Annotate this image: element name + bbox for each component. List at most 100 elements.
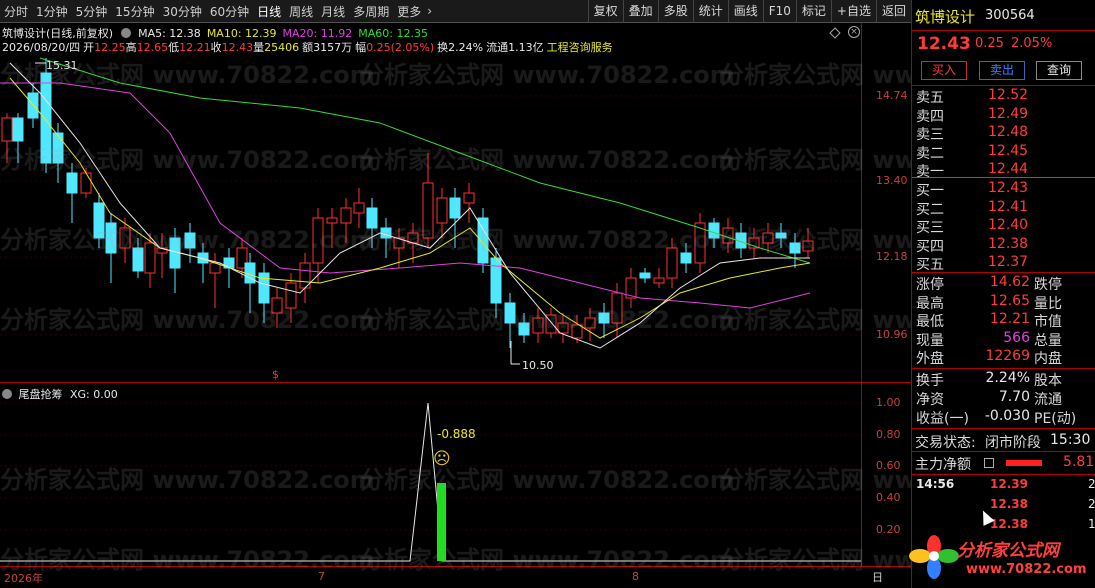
bids-row[interactable]: 买一 12.43 — [912, 180, 1095, 199]
bids-row[interactable]: 买三 12.40 — [912, 217, 1095, 236]
candle-body — [571, 324, 583, 339]
candle-body — [789, 242, 801, 254]
collapse-icon[interactable] — [120, 28, 131, 38]
period-tab[interactable]: 日线 — [253, 3, 285, 20]
tick-volume: 2 — [1088, 477, 1095, 491]
bids-row[interactable]: 买二 12.41 — [912, 199, 1095, 218]
period-tab[interactable]: 月线 — [317, 3, 349, 20]
stat-row: 换手 2.24% 股本 — [912, 370, 1095, 389]
period-tab[interactable]: 周线 — [285, 3, 317, 20]
bar-info-float-label: 流通 — [486, 41, 509, 54]
bar-info-close: 12.43 — [221, 41, 254, 54]
period-tab[interactable]: 60分钟 — [206, 3, 253, 20]
candle-body — [708, 222, 720, 239]
stat-label-2: 市值 — [1034, 314, 1062, 331]
stat-value: 2.24% — [985, 370, 1030, 386]
candle-body — [518, 322, 530, 336]
bar-info-high-label: 高 — [125, 41, 137, 54]
period-tab[interactable]: 分时 — [0, 3, 32, 20]
bar-info-close-label: 收 — [210, 41, 222, 54]
stat-value: 566 — [1003, 329, 1030, 346]
toolbar-action-button[interactable]: 标记 — [795, 0, 831, 23]
sell-button[interactable]: 卖出 — [979, 61, 1025, 80]
kline-svg — [0, 57, 861, 365]
indicator-subchart[interactable]: 尾盘抢筹 XG: 0.00 1.00 0.80 0.60 0.40 0.20 -0.88… — [0, 383, 911, 566]
tick-row: 12.38 28 — [912, 497, 1095, 516]
candle-body — [184, 232, 196, 249]
toolbar-action-button[interactable]: 画线 — [727, 0, 763, 23]
candle-body — [66, 172, 78, 194]
action-toolbar: 复权 叠加 多股 统计 画线 F10 标记 +自选 返回 — [587, 0, 911, 23]
tick-price: 12.38 — [990, 497, 1028, 511]
asks-row[interactable]: 卖三 12.48 — [912, 124, 1095, 143]
ma20-line — [0, 82, 811, 309]
list-icon[interactable] — [984, 458, 994, 468]
bar-info-vol-label: 量 — [253, 41, 265, 54]
bar-info-open-label: 开 — [83, 41, 95, 54]
asks-row[interactable]: 卖四 12.49 — [912, 106, 1095, 125]
toolbar-action-button[interactable]: 统计 — [692, 0, 728, 23]
candle-body — [598, 312, 610, 324]
candle-body — [340, 207, 352, 224]
asks-price: 12.49 — [988, 105, 1029, 122]
toolbar-action-button[interactable]: 叠加 — [622, 0, 658, 23]
candle-body — [722, 227, 734, 244]
stat-label-2: 流通 — [1034, 392, 1062, 408]
candle-body — [285, 282, 297, 309]
bar-info-chg: 0.25(2.05%) — [366, 41, 435, 54]
period-tab[interactable]: 多周期 — [349, 3, 393, 20]
candle-body — [463, 192, 475, 204]
stat-label: 最高 — [916, 295, 944, 312]
stat-label-2: 股本 — [1034, 373, 1062, 389]
candle-body — [132, 247, 144, 272]
toolbar-action-button[interactable]: 多股 — [657, 0, 693, 23]
toolbar-action-button[interactable]: 复权 — [587, 0, 623, 23]
bar-info-amt-label: 额 — [302, 41, 314, 54]
stat-row: 收益(一) -0.030 PE(动) — [912, 408, 1095, 427]
asks-price: 12.52 — [988, 87, 1029, 103]
stock-name: 筑博设计 — [915, 8, 976, 26]
bar-info-turn-label: 换 — [437, 41, 449, 54]
main-flow-bar — [1006, 460, 1042, 466]
toolbar-action-button[interactable]: +自选 — [830, 0, 876, 23]
price-change-pct: 2.05% — [1011, 36, 1053, 51]
period-tab[interactable]: 更多 — [393, 3, 425, 20]
period-tab[interactable]: 30分钟 — [159, 3, 206, 20]
stat-label-2: 跌停 — [1034, 277, 1062, 293]
indicator-axis-label: 0.60 — [876, 459, 901, 472]
period-tab[interactable]: 1分钟 — [32, 3, 72, 20]
buy-button[interactable]: 买入 — [921, 61, 967, 80]
period-tab[interactable]: 5分钟 — [72, 3, 112, 20]
stat-value: 12.21 — [989, 311, 1030, 328]
stock-header: 筑博设计 300564 — [912, 6, 1095, 28]
low-price-marker: 10.50 — [522, 359, 554, 372]
bar-info-high: 12.65 — [136, 41, 169, 54]
main-kline-chart[interactable]: 筑博设计(日线,前复权) MA5: 12.38 MA10: 12.39 MA20: … — [0, 23, 911, 383]
collapse-icon[interactable] — [2, 389, 12, 399]
toolbar-action-button[interactable]: 返回 — [875, 0, 911, 23]
bids-row[interactable]: 买四 12.38 — [912, 236, 1095, 255]
trade-status-label: 交易状态: — [915, 435, 976, 451]
bar-info-float: 1.13亿 — [508, 41, 544, 54]
bids-label: 买一 — [916, 183, 944, 199]
toolbar-action-button[interactable]: F10 — [762, 0, 796, 23]
stat-label: 外盘 — [916, 351, 944, 368]
candle-body — [312, 217, 324, 264]
period-corner-button[interactable]: 日 — [872, 569, 883, 585]
more-arrow-icon[interactable]: › — [425, 4, 434, 18]
query-button[interactable]: 查询 — [1036, 61, 1082, 80]
price-axis-label: 13.40 — [876, 174, 908, 187]
asks-row[interactable]: 卖二 12.45 — [912, 143, 1095, 162]
stat-value: 12.65 — [989, 292, 1030, 309]
period-tab[interactable]: 15分钟 — [111, 3, 158, 20]
candle-body — [666, 247, 678, 279]
ma5-line — [9, 62, 810, 349]
asks-row[interactable]: 卖五 12.52 — [912, 87, 1095, 106]
bids-row[interactable]: 买五 12.37 — [912, 254, 1095, 273]
stat-label-2: 内盘 — [1034, 351, 1062, 368]
signal-bar — [437, 483, 446, 561]
candle-body — [119, 227, 131, 249]
chart-close-icon[interactable]: × — [848, 26, 860, 38]
candle-body — [584, 317, 596, 329]
stat-row: 现量 566 总量 — [912, 330, 1095, 349]
